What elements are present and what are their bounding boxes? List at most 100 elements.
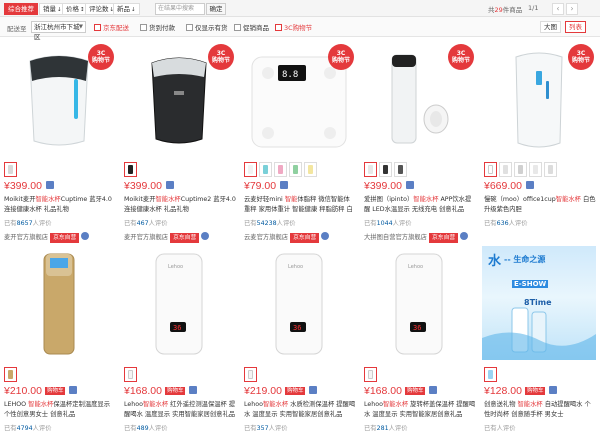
search-within-input[interactable]: 在结果中搜索 [155,3,205,15]
sort-arrow-icon: ↓ [57,7,62,13]
prev-page-button[interactable]: ‹ [552,3,564,15]
product-card[interactable]: Lehoo 36 ¥168.00 购物车 Lehoo智能水杯 旋转杯盖保温杯 提醒… [360,243,478,448]
thumb[interactable] [4,162,17,177]
filter-3c-festival[interactable]: 3C购物节 [275,22,312,32]
product-banner-image[interactable]: 水 -- 生命之源 E-SHOW 8Time [482,246,596,360]
product-title[interactable]: Moikit麦开智能水杯Cuptime2 蓝牙4.0连接健康水杯 礼品礼物 [124,195,236,215]
thumb[interactable] [544,162,557,177]
filter-promo[interactable]: 促销商品 [234,22,269,32]
checkbox[interactable] [275,24,282,31]
self-operated-tag: 京东自营 [290,233,320,243]
thumb[interactable] [289,162,302,177]
thumb[interactable] [364,162,377,177]
product-title[interactable]: 慢碗（moo）office1cup智能水杯 白色 升级紫色内胆 [484,195,596,215]
product-price: ¥168.00 购物车 [124,385,198,397]
thumb[interactable] [259,162,272,177]
review-count[interactable]: 已有人评价 [484,423,515,432]
review-count[interactable]: 已有4794人评价 [4,423,52,432]
checkbox[interactable] [140,24,147,31]
festival-badge: 3C 购物节 [328,44,354,70]
thumb[interactable] [514,162,527,177]
view-list-button[interactable]: 列表 [565,21,586,33]
review-count[interactable]: 已有636人评价 [484,218,528,227]
review-count[interactable]: 已有357人评价 [244,423,288,432]
filter-in-stock[interactable]: 仅显示有货 [186,22,228,32]
thumb[interactable] [394,162,407,177]
product-card[interactable]: 8.8 3C 购物节 ¥79.00 云麦好轻mini 智能体脂秤 微信智能体重秤 … [240,38,358,243]
filter-cod[interactable]: 货到付款 [140,22,175,32]
chat-icon[interactable] [201,232,210,240]
product-title[interactable]: 爱拼图（ipinto）智能水杯 APP饮水提醒 LED水温显示 无线充电 创意礼… [364,195,476,215]
shop-name[interactable]: 麦开官方旗舰店 京东自营 [124,232,210,243]
product-image[interactable]: Lehoo 36 [242,246,356,360]
review-count[interactable]: 已有281人评价 [364,423,408,432]
filter-jd-delivery[interactable]: 京东配送 [94,22,129,32]
thumb[interactable] [379,162,392,177]
location-select[interactable]: 浙江杭州市下城区 ▼ [31,21,86,41]
cart-tag: 购物车 [404,387,426,395]
product-title[interactable]: Moikit麦开智能水杯Cuptime 蓝牙4.0连接健康水杯 礼品礼物 [4,195,116,215]
product-title[interactable]: Lehoo智能水杯 水质检测保温杯 提醒喝水 温度显示 实用智能家居创意礼品 [244,400,356,420]
mobile-icon [429,386,438,394]
sort-new[interactable]: 新品↓ [113,3,140,15]
chat-icon[interactable] [460,232,469,240]
chat-icon[interactable] [81,232,90,240]
review-count[interactable]: 已有1044人评价 [364,218,412,227]
review-count[interactable]: 已有489人评价 [124,423,168,432]
product-card[interactable]: 3C 购物节 ¥669.00 慢碗（moo）office1cup智能水杯 白色 升… [480,38,598,243]
shop-name[interactable]: 云麦官方旗舰店 京东自营 [244,232,330,243]
product-image[interactable]: Lehoo 36 [122,246,236,360]
review-count[interactable]: 已有54238人评价 [244,218,296,227]
product-card[interactable]: Lehoo 36 ¥168.00 购物车 Lehoo智能水杯 红外遥控测温保温杯 … [120,243,238,448]
thumb[interactable] [499,162,512,177]
sort-comprehensive[interactable]: 综合推荐 [4,3,38,15]
thumb[interactable] [364,367,377,382]
review-count[interactable]: 已有8657人评价 [4,218,52,227]
sort-label: 价格 [66,5,79,13]
thumb[interactable] [244,367,257,382]
thumb[interactable] [124,367,137,382]
thumb[interactable] [484,367,497,382]
sort-arrow-icon: ↓ [131,7,136,13]
product-price: ¥399.00 [124,180,174,192]
product-image[interactable]: Lehoo 36 [362,246,476,360]
checkbox[interactable] [94,24,101,31]
product-card[interactable]: 3C 购物节 ¥399.00 Moikit麦开智能水杯Cuptime2 蓝牙4.0… [120,38,238,243]
product-image[interactable] [2,246,116,360]
product-card[interactable]: 3C 购物节 ¥399.00 爱拼图（ipinto）智能水杯 APP饮水提醒 LE… [360,38,478,243]
thumb[interactable] [124,162,137,177]
product-title[interactable]: LEHOO 智能水杯保温杯定制温度显示个性创意男女士 创意礼品 [4,400,116,420]
thumb[interactable] [4,367,17,382]
search-within-confirm-button[interactable]: 确定 [206,3,226,15]
svg-text:36: 36 [173,324,181,332]
checkbox[interactable] [234,24,241,31]
thumb[interactable] [274,162,287,177]
product-title[interactable]: Lehoo智能水杯 红外遥控测温保温杯 提醒喝水 温度显示 实用智能家居创意礼品 [124,400,236,420]
product-card[interactable]: Lehoo 36 ¥219.00 购物车 Lehoo智能水杯 水质检测保温杯 提醒… [240,243,358,448]
mobile-icon [309,386,318,394]
thumb-list [4,162,19,177]
product-card[interactable]: ¥210.00 购物车 LEHOO 智能水杯保温杯定制温度显示个性创意男女士 创意… [0,243,118,448]
thumb[interactable] [484,162,497,177]
product-card[interactable]: 3C 购物节 ¥399.00 Moikit麦开智能水杯Cuptime 蓝牙4.0连… [0,38,118,243]
shop-name[interactable]: 麦开官方旗舰店 京东自营 [4,232,90,243]
festival-badge: 3C 购物节 [88,44,114,70]
thumb-list [124,367,139,382]
next-page-button[interactable]: › [566,3,578,15]
thumb[interactable] [529,162,542,177]
shop-name[interactable]: 大拼图自营官方旗舰店 京东自营 [364,232,469,243]
checkbox[interactable] [186,24,193,31]
review-count[interactable]: 已有467人评价 [124,218,168,227]
thumb[interactable] [244,162,257,177]
product-price: ¥219.00 购物车 [244,385,318,397]
view-large-button[interactable]: 大图 [540,21,561,33]
thumb[interactable] [304,162,317,177]
product-title[interactable]: 云麦好轻mini 智能体脂秤 微信智能体重秤 家用体重计 智能健康 秤脂肪秤 白… [244,195,356,215]
product-card[interactable]: 水 -- 生命之源 E-SHOW 8Time ¥128.00 购物车 创意送礼物 … [480,243,598,448]
chat-icon[interactable] [321,232,330,240]
bottle-image: Lehoo 36 [395,253,443,355]
product-title[interactable]: Lehoo智能水杯 旋转杯盖保温杯 提醒喝水 温度显示 实用智能家居创意礼品 [364,400,476,420]
sort-arrow-icon: ↕ [80,7,85,13]
product-title[interactable]: 创意送礼物 智能水杯 自动提醒喝水 个性时尚杯 创意随手杯 男女士 [484,400,596,420]
product-price: ¥399.00 [364,180,414,192]
